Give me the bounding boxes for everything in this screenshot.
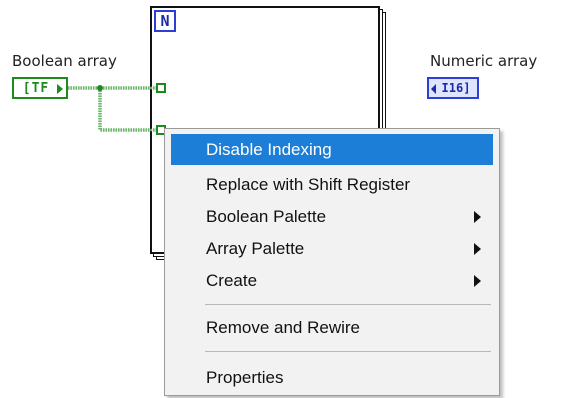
boolean-array-terminal[interactable]: [TF — [12, 77, 68, 99]
menu-item-array-palette[interactable]: Array Palette — [171, 233, 493, 264]
menu-item-label: Create — [206, 271, 258, 290]
boolean-terminal-text: [TF — [22, 80, 50, 96]
menu-item-label: Properties — [206, 368, 284, 387]
menu-item-replace-with-shift-register[interactable]: Replace with Shift Register — [171, 169, 493, 200]
menu-item-properties[interactable]: Properties — [171, 362, 493, 393]
menu-separator — [205, 351, 491, 352]
menu-separator — [205, 304, 491, 305]
input-tunnel-top[interactable] — [156, 83, 166, 93]
context-menu: Disable Indexing Replace with Shift Regi… — [164, 128, 500, 396]
submenu-arrow-icon — [474, 243, 481, 255]
menu-item-label: Array Palette — [206, 239, 305, 258]
menu-item-label: Boolean Palette — [206, 207, 327, 226]
numeric-array-label: Numeric array — [430, 52, 538, 70]
numeric-terminal-text: I16] — [441, 81, 471, 95]
boolean-array-label: Boolean array — [12, 52, 117, 70]
wire-to-tunnel-bottom — [98, 88, 156, 132]
menu-item-label: Remove and Rewire — [206, 318, 361, 337]
submenu-arrow-icon — [474, 275, 481, 287]
menu-item-remove-and-rewire[interactable]: Remove and Rewire — [171, 312, 493, 343]
menu-item-disable-indexing[interactable]: Disable Indexing — [171, 134, 493, 165]
menu-item-label: Replace with Shift Register — [206, 175, 411, 194]
menu-item-create[interactable]: Create — [171, 265, 493, 296]
output-arrow-icon — [57, 84, 63, 94]
menu-item-boolean-palette[interactable]: Boolean Palette — [171, 201, 493, 232]
menu-item-label: Disable Indexing — [206, 140, 332, 159]
block-diagram: N Boolean array Numeric array [TF I16] D… — [0, 0, 564, 398]
wire-junction-dot — [97, 85, 103, 91]
numeric-array-terminal[interactable]: I16] — [427, 77, 479, 99]
input-arrow-icon — [431, 84, 436, 94]
submenu-arrow-icon — [474, 211, 481, 223]
